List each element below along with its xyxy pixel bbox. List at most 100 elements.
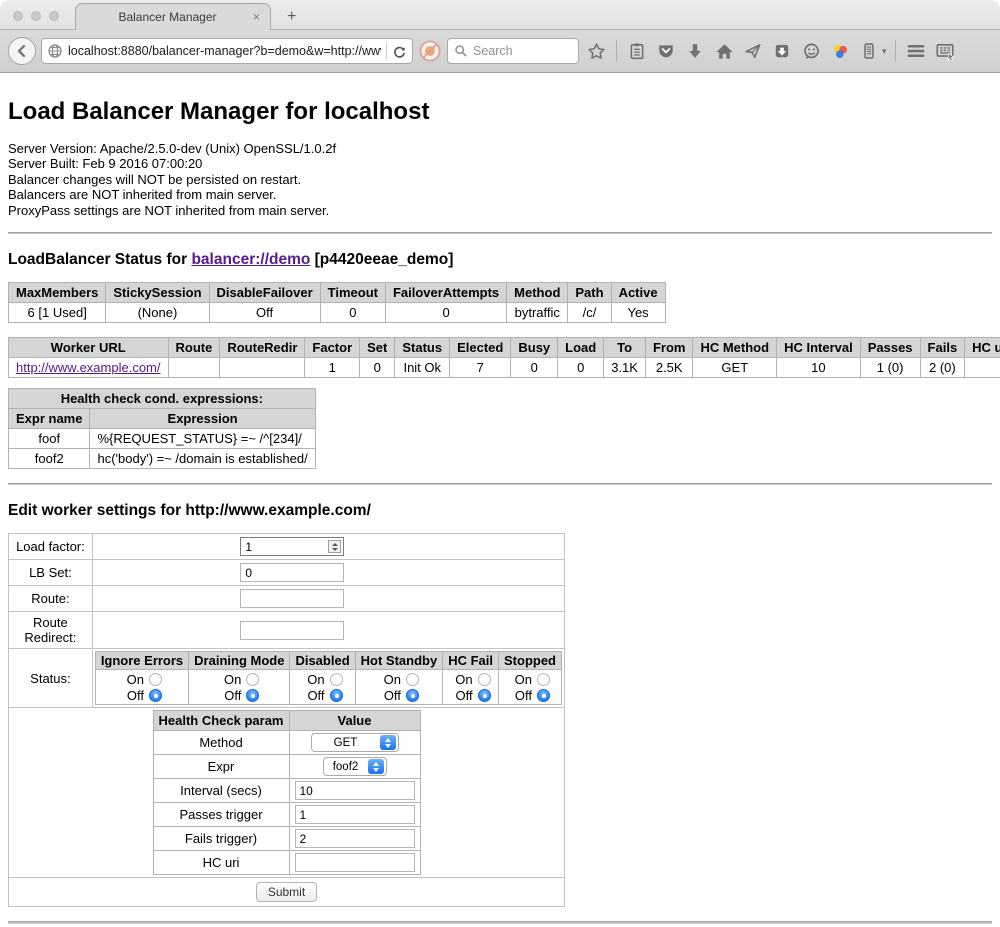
zoom-window-button[interactable] <box>49 11 59 21</box>
expr-select[interactable]: foof2 <box>323 757 387 776</box>
worker-url-link[interactable]: http://www.example.com/ <box>16 360 161 375</box>
container-button[interactable] <box>857 38 881 64</box>
column-header: HC uri <box>965 338 1000 358</box>
table-cell: Yes <box>611 303 665 323</box>
toolbar-separator <box>616 40 617 62</box>
ignore-errors-off-radio[interactable] <box>149 689 162 702</box>
bookmark-button[interactable] <box>584 38 608 64</box>
menu-button[interactable] <box>904 38 928 64</box>
fails-trigger-label: Fails trigger) <box>153 827 289 851</box>
submit-button[interactable]: Submit <box>256 882 317 902</box>
worker-row: http://www.example.com/ 1 0 Init Ok 7 0 … <box>9 358 1000 378</box>
table-cell: 2.5K <box>645 358 693 378</box>
load-factor-label: Load factor: <box>9 534 93 560</box>
hc-uri-input[interactable] <box>295 853 415 872</box>
column-header: Fails <box>920 338 965 358</box>
menu-icon <box>906 41 926 61</box>
draining-mode-on-radio[interactable] <box>246 673 259 686</box>
hot-standby-off-radio[interactable] <box>406 689 419 702</box>
draining-mode-off-radio[interactable] <box>246 689 259 702</box>
expression-cell: hc('body') =~ /domain is established/ <box>90 449 315 469</box>
downloads-button[interactable] <box>683 38 707 64</box>
url-bar[interactable]: localhost:8880/balancer-manager?b=demo&w… <box>41 38 413 64</box>
url-text[interactable]: localhost:8880/balancer-manager?b=demo&w… <box>68 44 381 58</box>
worker-status-table: Worker URL Route RouteRedir Factor Set S… <box>8 337 1000 378</box>
stopped-on-radio[interactable] <box>537 673 550 686</box>
stopped-off-radio[interactable] <box>537 689 550 702</box>
search-bar[interactable]: Search <box>447 38 579 64</box>
search-placeholder[interactable]: Search <box>473 44 513 58</box>
passes-trigger-input[interactable] <box>295 805 415 824</box>
column-header: Expr name <box>9 409 90 429</box>
table-cell: 0 <box>385 303 506 323</box>
chat-button[interactable] <box>799 38 823 64</box>
column-header: Set <box>360 338 395 358</box>
table-cell: 0 <box>558 358 604 378</box>
status-label: Status: <box>9 649 93 708</box>
on-label: On <box>451 672 473 687</box>
new-tab-button[interactable]: + <box>281 8 302 26</box>
home-button[interactable] <box>712 38 736 64</box>
balancer-status-heading: LoadBalancer Status for balancer://demo … <box>8 251 992 269</box>
chat-icon <box>802 42 821 61</box>
send-icon <box>744 42 762 60</box>
disabled-on-radio[interactable] <box>330 673 343 686</box>
route-redirect-input[interactable] <box>240 621 344 640</box>
colors-button[interactable] <box>828 38 852 64</box>
table-cell: GET <box>693 358 777 378</box>
column-header: RouteRedir <box>220 338 305 358</box>
disabled-off-radio[interactable] <box>330 689 343 702</box>
column-header: Path <box>568 283 611 303</box>
hot-standby-on-radio[interactable] <box>406 673 419 686</box>
server-version: Server Version: Apache/2.5.0-dev (Unix) … <box>8 141 992 156</box>
close-window-button[interactable] <box>13 11 23 21</box>
column-header: Ignore Errors <box>95 652 188 670</box>
divider <box>8 921 992 924</box>
reload-icon[interactable] <box>392 44 407 59</box>
heading-suffix: [p4420eeae_demo] <box>310 251 453 268</box>
lb-set-input[interactable] <box>240 563 344 582</box>
expr-name-cell: foof2 <box>9 449 90 469</box>
reading-list-button[interactable] <box>625 38 649 64</box>
table-cell: 0 <box>320 303 385 323</box>
send-button[interactable] <box>741 38 765 64</box>
save-to-device-button[interactable] <box>770 38 794 64</box>
fails-trigger-input[interactable] <box>295 829 415 848</box>
column-header: HC Method <box>693 338 777 358</box>
chevron-down-icon[interactable]: ▾ <box>882 46 887 57</box>
colors-icon <box>831 42 849 60</box>
table-row: foof2 hc('body') =~ /domain is establish… <box>9 449 316 469</box>
column-header: Status <box>395 338 450 358</box>
ignore-errors-on-radio[interactable] <box>149 673 162 686</box>
column-header: StickySession <box>106 283 209 303</box>
adblock-button[interactable] <box>418 38 442 64</box>
route-input[interactable] <box>240 589 344 608</box>
health-check-expressions-table: Health check cond. expressions: Expr nam… <box>8 388 316 469</box>
method-select[interactable]: GET <box>311 733 399 752</box>
column-header: Disabled <box>290 652 355 670</box>
hc-fail-on-radio[interactable] <box>478 673 491 686</box>
column-header: Health Check param <box>153 711 289 731</box>
number-spinner-icon[interactable] <box>328 540 341 553</box>
page-content: Load Balancer Manager for localhost Serv… <box>0 73 1000 924</box>
toolbar-separator <box>895 40 896 62</box>
notice-persist: Balancer changes will NOT be persisted o… <box>8 172 992 187</box>
table-cell: 6 [1 Used] <box>9 303 106 323</box>
expr-label: Expr <box>153 755 289 779</box>
close-tab-icon[interactable]: × <box>251 10 262 24</box>
balancer-status-table: MaxMembers StickySession DisableFailover… <box>8 282 666 323</box>
apps-button[interactable] <box>933 38 957 64</box>
table-cell: bytraffic <box>507 303 568 323</box>
off-label: Off <box>379 688 401 703</box>
select-stepper-icon <box>368 759 384 774</box>
minimize-window-button[interactable] <box>31 11 41 21</box>
balancer-demo-link[interactable]: balancer://demo <box>191 251 310 268</box>
pocket-button[interactable] <box>654 38 678 64</box>
status-radio-row: On Off On Off On Off <box>95 670 561 705</box>
interval-input[interactable] <box>295 781 415 800</box>
hc-fail-off-radio[interactable] <box>478 689 491 702</box>
back-button[interactable] <box>8 37 36 65</box>
page-title: Load Balancer Manager for localhost <box>8 98 992 126</box>
interval-label: Interval (secs) <box>153 779 289 803</box>
tab-balancer-manager[interactable]: Balancer Manager × <box>75 3 271 30</box>
